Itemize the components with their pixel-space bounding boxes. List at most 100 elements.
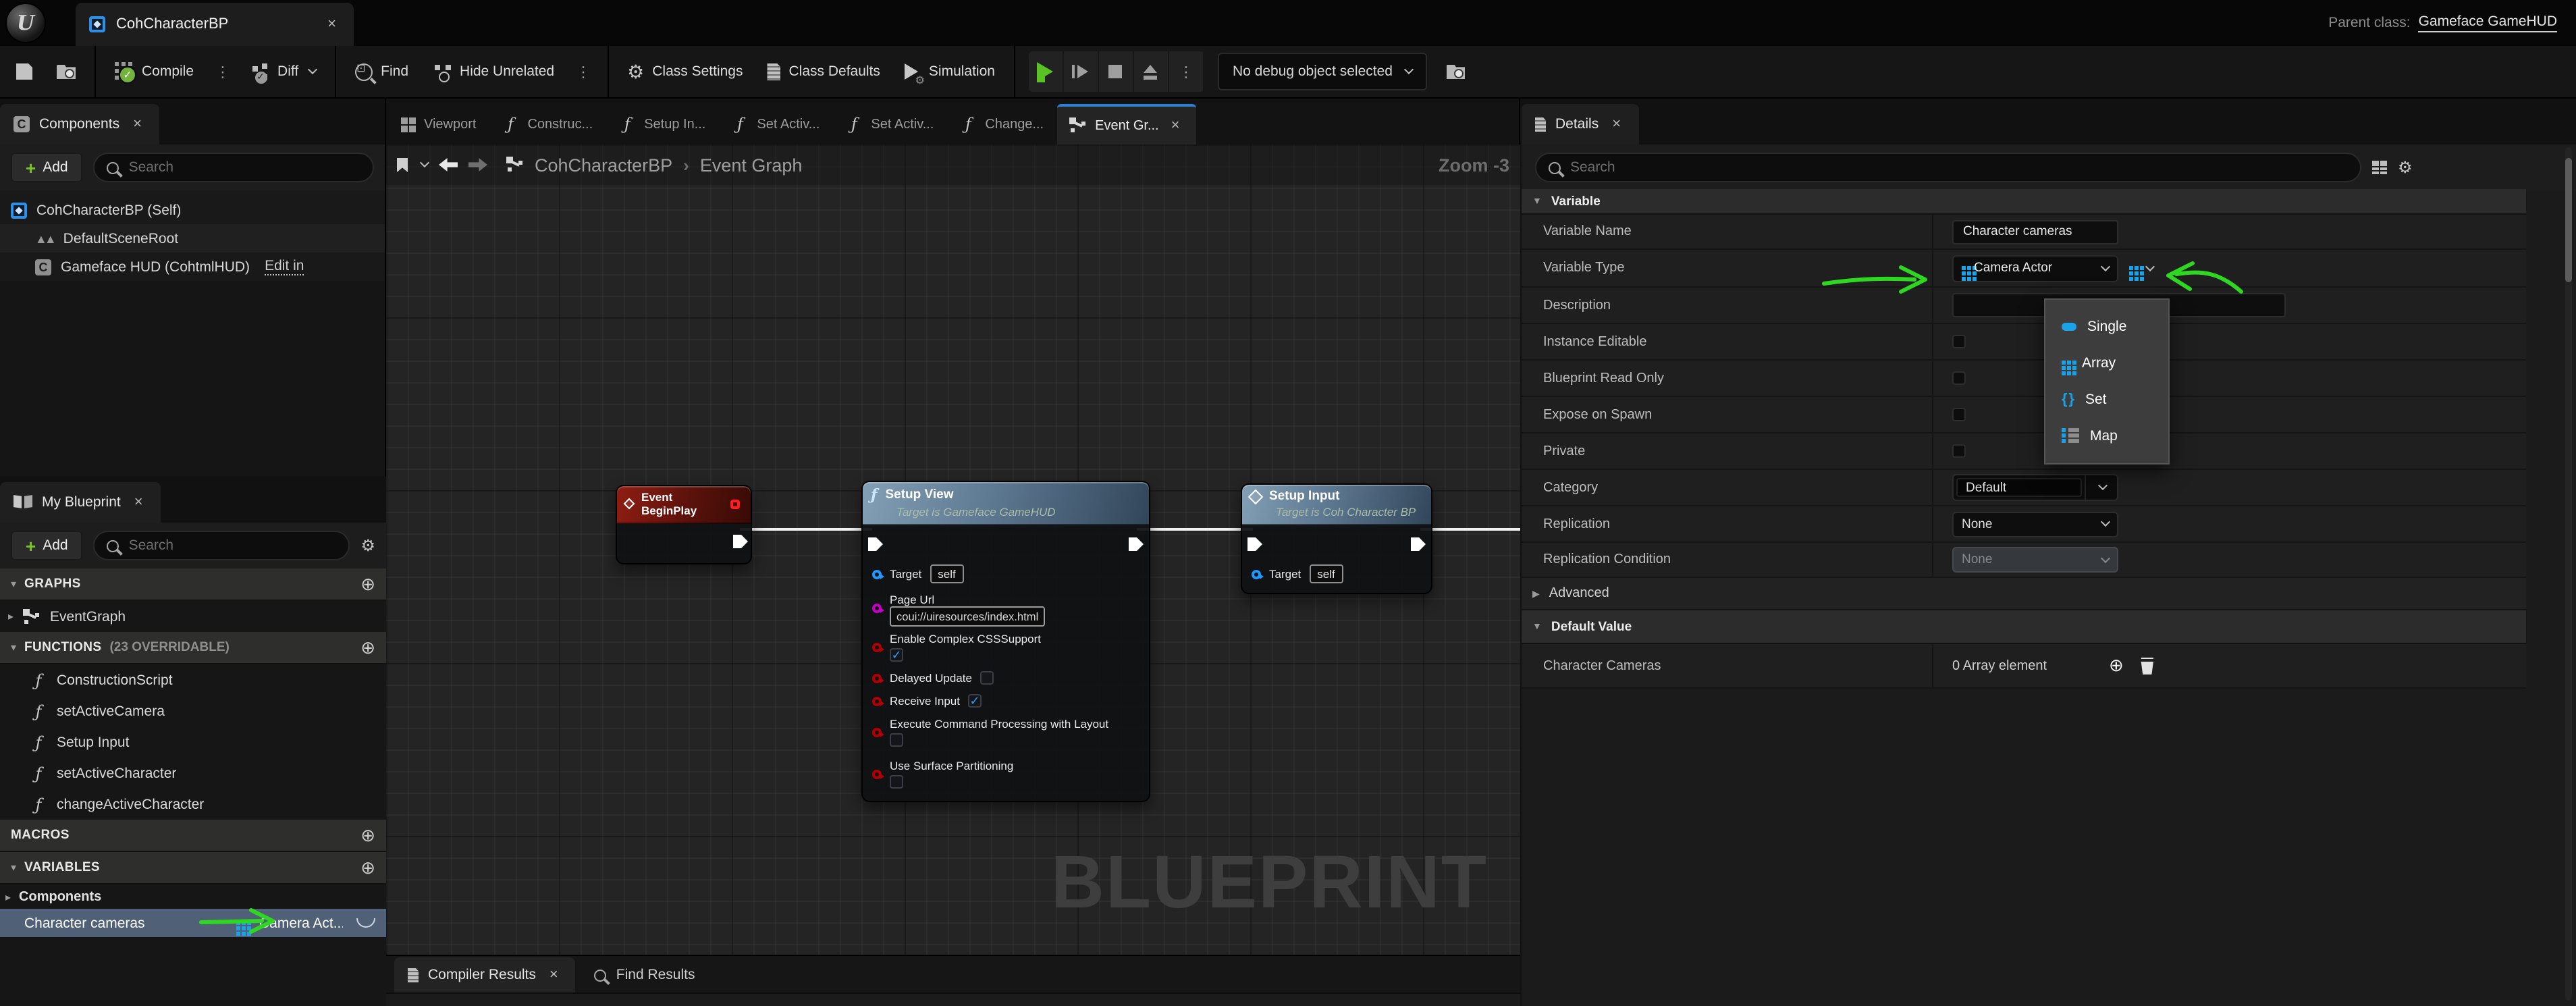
tab-construction-script[interactable]: ƒConstruc... (489, 104, 605, 144)
category-dropdown[interactable]: Default (1952, 474, 2118, 501)
tab-event-graph[interactable]: Event Gr...× (1057, 104, 1196, 144)
menu-item-set[interactable]: { }Set (2045, 381, 2168, 417)
tab-my-blueprint[interactable]: My Blueprint × (0, 482, 161, 523)
enable-css-pin[interactable] (872, 643, 882, 652)
close-tab-icon[interactable]: × (323, 16, 340, 33)
add-variable-icon[interactable]: ⊕ (360, 857, 375, 878)
asset-tab-cohcharacterbp[interactable]: CohCharacterBP × (76, 3, 354, 46)
variable-type-dropdown[interactable]: Camera Actor (1952, 255, 2118, 282)
debug-object-dropdown[interactable]: No debug object selected (1218, 53, 1428, 90)
class-settings-button[interactable]: ⚙Class Settings (622, 57, 748, 86)
eject-button[interactable] (1134, 51, 1169, 92)
enable-css-checkbox[interactable]: ✓ (890, 648, 903, 662)
exec-in-pin[interactable] (1247, 537, 1262, 551)
add-macro-icon[interactable]: ⊕ (360, 824, 375, 846)
private-checkbox[interactable] (1952, 444, 1966, 458)
component-row-self[interactable]: CohCharacterBP (Self) (0, 196, 385, 224)
exec-out-pin[interactable] (1129, 537, 1144, 551)
variable-row-character-cameras[interactable]: Character cameras Camera Act... (0, 909, 386, 937)
clear-array-icon[interactable] (2140, 657, 2155, 674)
tab-viewport[interactable]: Viewport (389, 104, 488, 144)
tab-components[interactable]: Components × (0, 104, 159, 144)
list-item-setactivecharacter[interactable]: ƒsetActiveCharacter (0, 758, 386, 789)
class-defaults-button[interactable]: Class Defaults (762, 57, 886, 86)
frame-skip-button[interactable] (1064, 51, 1099, 92)
breadcrumb-page[interactable]: Event Graph (700, 155, 803, 175)
page-url-input[interactable]: coui://uiresources/index.html (890, 606, 1045, 626)
target-pin[interactable] (1252, 569, 1261, 579)
container-type-button[interactable] (2129, 266, 2153, 270)
expand-icon[interactable]: ▸ (8, 610, 14, 623)
add-array-element-icon[interactable]: ⊕ (2109, 655, 2124, 677)
receive-input-pin[interactable] (872, 696, 882, 706)
breadcrumb-root[interactable]: CohCharacterBP (535, 155, 672, 175)
surface-partitioning-checkbox[interactable] (890, 775, 903, 789)
tab-setup-input[interactable]: ƒSetup In... (606, 104, 718, 144)
bookmark-chevron-icon[interactable] (420, 158, 429, 167)
save-button[interactable] (11, 58, 38, 85)
section-variable[interactable]: ▼ Variable (1522, 189, 2526, 215)
execute-command-checkbox[interactable] (890, 733, 903, 747)
nav-back-icon[interactable] (439, 158, 458, 171)
node-setup-input[interactable]: Setup Input Target is Coh Character BP T… (1241, 483, 1432, 594)
variable-name-input[interactable]: Character cameras (1952, 219, 2118, 244)
target-pin[interactable] (872, 569, 882, 579)
details-settings-gear-icon[interactable]: ⚙ (2398, 159, 2413, 176)
exec-out-pin[interactable] (733, 535, 748, 548)
node-event-beginplay[interactable]: Event BeginPlay (616, 485, 752, 564)
bookmark-icon[interactable] (397, 157, 408, 172)
add-graph-icon[interactable]: ⊕ (360, 573, 375, 595)
target-value[interactable]: self (930, 564, 963, 583)
close-icon[interactable]: × (129, 115, 146, 133)
target-value[interactable]: self (1309, 564, 1343, 583)
nav-forward-icon[interactable] (468, 158, 487, 171)
add-blueprint-item-button[interactable]: +Add (11, 531, 83, 560)
instance-editable-checkbox[interactable] (1952, 335, 1966, 348)
parent-class-link[interactable]: Gameface GameHUD (2419, 14, 2557, 32)
component-row-defaultsceneroot[interactable]: ▲▲ DefaultSceneRoot (0, 224, 385, 253)
node-setup-view[interactable]: ƒ Setup View Target is Gameface GameHUD … (861, 481, 1150, 802)
tab-compiler-results[interactable]: Compiler Results × (394, 957, 576, 992)
display-options-icon[interactable] (2372, 160, 2387, 175)
tab-find-results[interactable]: Find Results (595, 957, 695, 992)
details-search-input[interactable]: Search (1535, 153, 2361, 182)
tab-set-active-character[interactable]: ƒSet Activ... (833, 104, 946, 144)
expose-on-spawn-checkbox[interactable] (1952, 408, 1966, 421)
receive-input-checkbox[interactable]: ✓ (968, 694, 982, 708)
list-item-changeactivecharacter[interactable]: ƒchangeActiveCharacter (0, 789, 386, 820)
section-functions[interactable]: ▾ FUNCTIONS (23 OVERRIDABLE) ⊕ (0, 632, 386, 664)
compile-button[interactable]: Compile (109, 57, 199, 86)
delayed-update-checkbox[interactable] (980, 671, 994, 685)
section-default-value[interactable]: ▼ Default Value (1522, 610, 2526, 644)
close-icon[interactable]: × (545, 966, 562, 984)
edit-in-link[interactable]: Edit in (265, 258, 304, 275)
stop-button[interactable] (1099, 51, 1134, 92)
components-search-input[interactable]: Search (94, 153, 374, 182)
tab-set-active-camera[interactable]: ƒSet Activ... (719, 104, 832, 144)
add-function-icon[interactable]: ⊕ (360, 637, 375, 658)
play-button[interactable] (1029, 51, 1064, 92)
section-macros[interactable]: MACROS ⊕ (0, 820, 386, 852)
add-component-button[interactable]: +Add (11, 153, 83, 182)
blueprint-options-gear-icon[interactable]: ⚙ (360, 537, 375, 554)
blueprint-read-only-checkbox[interactable] (1952, 371, 1966, 385)
scrollbar-thumb[interactable] (2565, 158, 2572, 282)
section-variables[interactable]: ▾ VARIABLES ⊕ (0, 852, 386, 884)
event-graph-canvas[interactable]: CohCharacterBP › Event Graph Zoom -3 Eve… (386, 144, 1520, 955)
tab-details[interactable]: Details × (1522, 104, 1638, 144)
eye-closed-icon[interactable] (356, 918, 375, 928)
variables-group-components[interactable]: ▸ Components (0, 884, 386, 909)
execute-command-pin[interactable] (872, 728, 882, 737)
replication-dropdown[interactable]: None (1952, 511, 2118, 537)
menu-item-array[interactable]: Array (2045, 344, 2168, 381)
list-item-setup-input[interactable]: ƒSetup Input (0, 726, 386, 758)
hide-unrelated-button[interactable]: Hide Unrelated (427, 58, 560, 85)
delayed-update-pin[interactable] (872, 673, 882, 683)
delegate-pin-icon[interactable] (731, 499, 740, 508)
list-item-setactivecamera[interactable]: ƒsetActiveCamera (0, 695, 386, 726)
hide-unrelated-options-icon[interactable]: ⋮ (573, 63, 593, 80)
section-graphs[interactable]: ▾ GRAPHS ⊕ (0, 568, 386, 601)
exec-out-pin[interactable] (1411, 537, 1426, 551)
my-blueprint-search-input[interactable]: Search (94, 531, 350, 560)
close-icon[interactable]: × (130, 494, 147, 511)
